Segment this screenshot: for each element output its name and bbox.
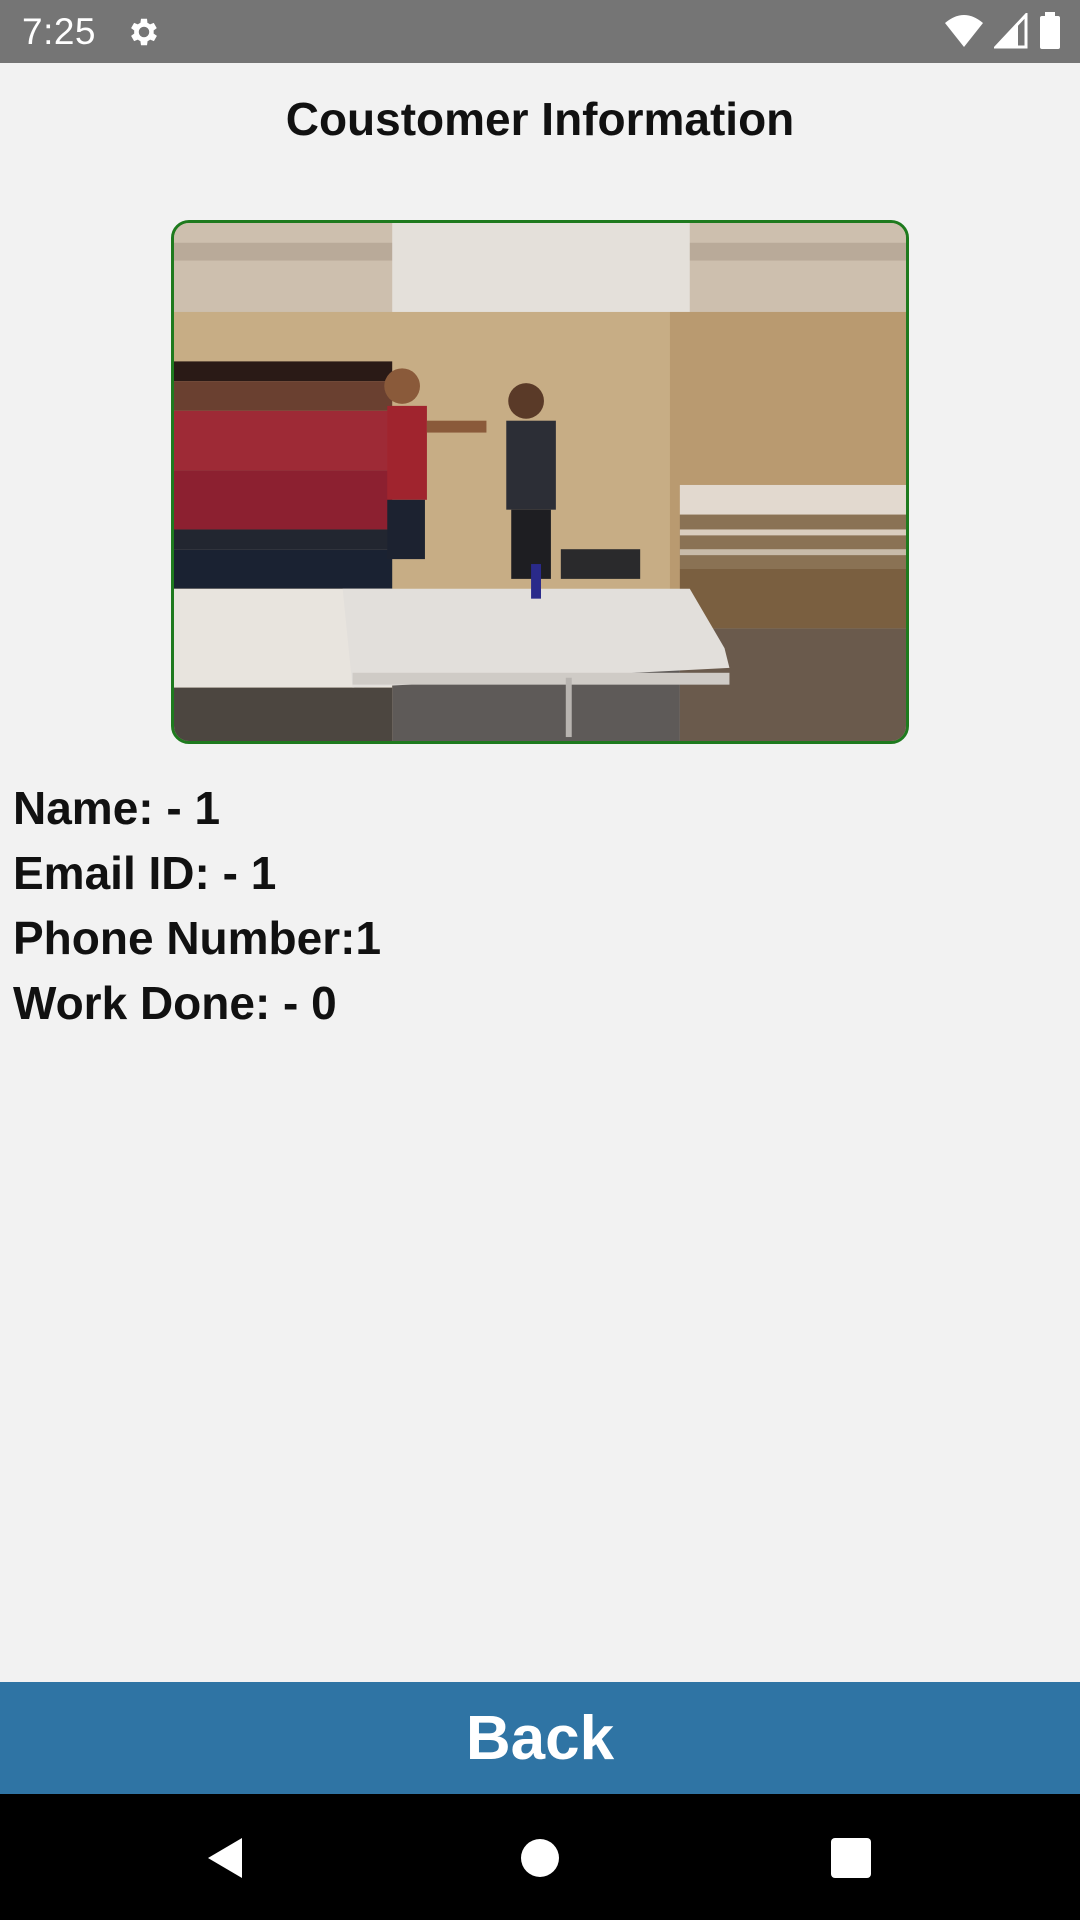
customer-photo bbox=[171, 220, 909, 744]
system-nav-bar bbox=[0, 1794, 1080, 1920]
home-circle-icon[interactable] bbox=[516, 1834, 564, 1882]
status-time: 7:25 bbox=[22, 10, 97, 52]
status-bar: 7:25 bbox=[0, 0, 1080, 63]
settings-gear-icon bbox=[131, 18, 157, 45]
back-button[interactable]: Back bbox=[0, 1682, 1080, 1794]
customer-work-done: Work Done: - 0 bbox=[13, 977, 337, 1029]
status-icons bbox=[944, 12, 1062, 50]
customer-phone: Phone Number:1 bbox=[13, 912, 382, 964]
customer-photo-image bbox=[174, 223, 906, 741]
recents-square-icon[interactable] bbox=[827, 1834, 875, 1882]
back-triangle-icon[interactable] bbox=[202, 1834, 250, 1882]
customer-email: Email ID: - 1 bbox=[13, 847, 277, 899]
customer-info: Name: - 1 Email ID: - 1 Phone Number:1 W… bbox=[13, 776, 381, 1036]
page-title: Coustomer Information bbox=[285, 93, 795, 145]
battery-icon bbox=[1040, 12, 1060, 49]
wifi-icon bbox=[945, 15, 983, 47]
customer-name: Name: - 1 bbox=[13, 782, 221, 834]
cell-signal-icon bbox=[994, 13, 1028, 49]
